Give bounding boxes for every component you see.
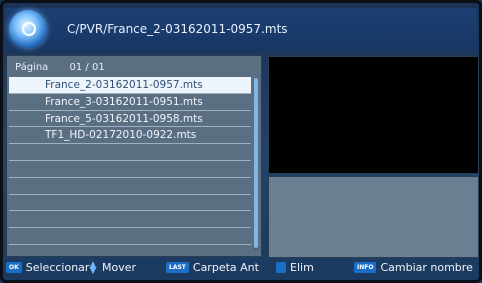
hint-delete[interactable]: Elim: [276, 261, 314, 274]
page-value: 01 / 01: [69, 62, 105, 73]
hint-label: Elim: [290, 261, 314, 274]
pvr-file-browser: C/PVR/France_2-03162011-0957.mts Página …: [0, 0, 482, 283]
hint-rename[interactable]: INFO Cambiar nombre: [354, 261, 473, 274]
list-item[interactable]: France_5-03162011-0958.mts: [9, 111, 251, 128]
last-key-icon: LAST: [166, 262, 189, 273]
header-bar: C/PVR/France_2-03162011-0957.mts: [5, 8, 477, 50]
page-label: Página: [15, 62, 49, 73]
hint-label: Carpeta Ant: [192, 261, 259, 274]
video-preview: [268, 56, 479, 174]
info-key-icon: INFO: [354, 262, 377, 273]
list-item[interactable]: [9, 195, 251, 212]
list-item[interactable]: France_2-03162011-0957.mts: [9, 77, 251, 94]
disc-logo-icon: [9, 10, 47, 48]
list-item[interactable]: [9, 228, 251, 245]
list-item[interactable]: TF1_HD-02172010-0922.mts: [9, 127, 251, 145]
hint-label: Mover: [102, 261, 137, 274]
file-info-panel: [268, 176, 479, 258]
list-scrollbar[interactable]: [254, 78, 258, 250]
hint-label: Cambiar nombre: [380, 261, 473, 274]
list-item[interactable]: France_3-03162011-0951.mts: [9, 94, 251, 111]
file-list: France_2-03162011-0957.mts France_3-0316…: [9, 77, 251, 245]
ok-key-icon: OK: [6, 262, 22, 273]
list-item[interactable]: [9, 144, 251, 161]
current-path: C/PVR/France_2-03162011-0957.mts: [67, 22, 288, 36]
footer-hints: OK Seleccionar ▲ ▼ Mover LAST Carpeta Ant…: [6, 258, 478, 280]
list-item[interactable]: [9, 211, 251, 229]
up-down-arrow-icon: ▲ ▼: [89, 259, 97, 276]
scrollbar-thumb[interactable]: [254, 78, 258, 248]
hint-select[interactable]: OK Seleccionar: [6, 261, 89, 274]
list-item[interactable]: [9, 161, 251, 178]
red-key-icon: [276, 262, 286, 273]
hint-move[interactable]: ▲ ▼ Mover: [87, 259, 137, 276]
hint-parent-folder[interactable]: LAST Carpeta Ant: [166, 261, 259, 274]
file-list-panel: Página 01 / 01 France_2-03162011-0957.mt…: [6, 55, 262, 257]
page-indicator: Página 01 / 01: [15, 62, 123, 73]
list-item[interactable]: [9, 178, 251, 195]
hint-label: Seleccionar: [25, 261, 90, 274]
